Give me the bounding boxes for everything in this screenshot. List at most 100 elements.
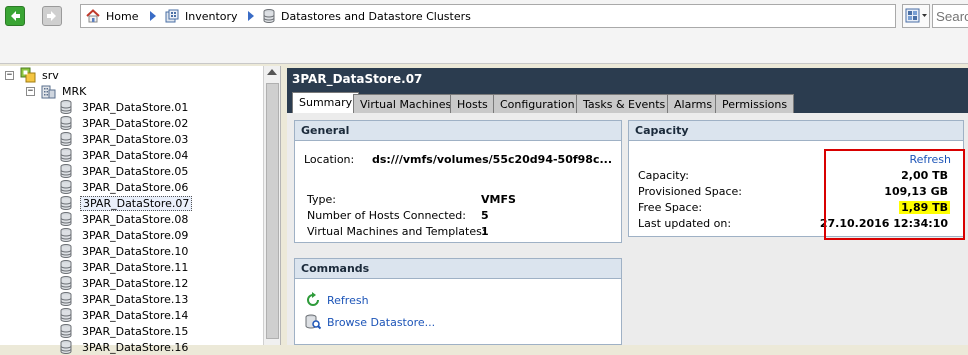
datastore-icon <box>60 196 72 210</box>
tree-datastore-label: 3PAR_DataStore.09 <box>82 228 189 242</box>
scrollbar-thumb[interactable] <box>266 83 279 339</box>
breadcrumb-home-label: Home <box>106 9 139 23</box>
tab-summary[interactable]: Summary <box>292 92 360 113</box>
vms-templates-value: 1 <box>481 225 489 238</box>
datastore-icon <box>60 228 72 242</box>
tab-tasks-events[interactable]: Tasks & Events <box>576 94 673 113</box>
browse-datastore-command[interactable]: Browse Datastore... <box>305 314 435 330</box>
tree-scrollbar[interactable] <box>263 66 280 345</box>
tree-datastore-label: 3PAR_DataStore.14 <box>82 308 189 322</box>
tree-datastore-label: 3PAR_DataStore.06 <box>82 180 189 194</box>
datastore-icon <box>60 292 72 306</box>
tree-datastore-label: 3PAR_DataStore.15 <box>82 324 189 338</box>
tree-item-datastore[interactable]: 3PAR_DataStore.13 <box>60 291 190 307</box>
datastore-icon <box>60 276 72 290</box>
inventory-icon <box>165 9 179 23</box>
breadcrumb-separator-icon <box>248 11 254 21</box>
home-icon <box>86 9 100 23</box>
type-value: VMFS <box>481 193 516 206</box>
refresh-command[interactable]: Refresh <box>305 292 369 308</box>
arrow-right-icon <box>47 11 56 21</box>
browse-datastore-label: Browse Datastore... <box>327 315 436 329</box>
datastore-icon <box>60 100 72 114</box>
location-label: Location: <box>304 153 355 166</box>
tab-alarms[interactable]: Alarms <box>667 94 720 113</box>
tree-datastore-label: 3PAR_DataStore.13 <box>82 292 189 306</box>
tree-item-datastore[interactable]: 3PAR_DataStore.14 <box>60 307 190 323</box>
search-input[interactable] <box>932 4 968 28</box>
tree-item-datastore[interactable]: 3PAR_DataStore.12 <box>60 275 190 291</box>
scroll-up-icon[interactable] <box>267 69 277 75</box>
tree-item-datacenter[interactable]: MRK <box>40 83 86 99</box>
tree-item-datastore[interactable]: 3PAR_DataStore.09 <box>60 227 190 243</box>
collapse-datacenter-toggle[interactable]: − <box>26 87 35 96</box>
datastore-icon <box>60 148 72 162</box>
tab-virtual-machines[interactable]: Virtual Machines <box>353 94 459 113</box>
tree-item-datastore[interactable]: 3PAR_DataStore.07 <box>60 195 193 211</box>
tree-item-datastore[interactable]: 3PAR_DataStore.15 <box>60 323 190 339</box>
tree-item-datastore[interactable]: 3PAR_DataStore.11 <box>60 259 190 275</box>
tree-item-root[interactable]: srv <box>20 67 59 83</box>
tree-datastore-label: 3PAR_DataStore.16 <box>82 340 189 354</box>
hosts-connected-value: 5 <box>481 209 489 222</box>
tree-datastore-label: 3PAR_DataStore.04 <box>82 148 189 162</box>
tab-strip: Summary Virtual Machines Hosts Configura… <box>287 91 968 113</box>
tab-permissions[interactable]: Permissions <box>715 94 795 113</box>
datastore-icon <box>60 244 72 258</box>
back-button[interactable] <box>5 6 25 26</box>
tree-item-datastore[interactable]: 3PAR_DataStore.01 <box>60 99 190 115</box>
general-panel-title: General <box>295 121 621 141</box>
tree-datastore-label: 3PAR_DataStore.03 <box>82 132 189 146</box>
general-panel: General Location: ds:///vmfs/volumes/55c… <box>294 120 622 243</box>
tree-datastore-label: 3PAR_DataStore.01 <box>82 100 189 114</box>
datastore-icon <box>263 9 275 23</box>
datastore-icon <box>60 260 72 274</box>
hosts-connected-label: Number of Hosts Connected: <box>307 209 466 222</box>
tree-datastore-label: 3PAR_DataStore.02 <box>82 116 189 130</box>
tree-item-datastore[interactable]: 3PAR_DataStore.05 <box>60 163 190 179</box>
tree-item-datastore[interactable]: 3PAR_DataStore.06 <box>60 179 190 195</box>
forward-button[interactable] <box>42 6 62 26</box>
datastore-icon <box>60 164 72 178</box>
commands-panel-title: Commands <box>295 259 621 279</box>
capacity-panel-title: Capacity <box>629 121 963 141</box>
tree-datastore-label: 3PAR_DataStore.07 <box>80 195 193 211</box>
collapse-root-toggle[interactable]: − <box>5 71 14 80</box>
breadcrumb: Home Inventory Datastores and Datastore … <box>80 4 896 28</box>
tree-item-datastore[interactable]: 3PAR_DataStore.02 <box>60 115 190 131</box>
datastore-icon <box>60 308 72 322</box>
tree-item-datastore[interactable]: 3PAR_DataStore.08 <box>60 211 190 227</box>
breadcrumb-inventory-label: Inventory <box>185 9 238 23</box>
tree-datastore-label: 3PAR_DataStore.12 <box>82 276 189 290</box>
breadcrumb-inventory[interactable]: Inventory <box>165 9 238 23</box>
tree-root-label: srv <box>42 68 59 82</box>
view-dropdown-button[interactable] <box>902 4 930 28</box>
refresh-icon <box>307 292 319 306</box>
tree-datastore-label: 3PAR_DataStore.08 <box>82 212 189 226</box>
breadcrumb-datastores[interactable]: Datastores and Datastore Clusters <box>263 9 471 23</box>
datastore-icon <box>60 324 72 338</box>
tab-configuration[interactable]: Configuration <box>493 94 582 113</box>
tree-item-datastore[interactable]: 3PAR_DataStore.16 <box>60 339 190 355</box>
highlight-annotation-box <box>824 149 965 240</box>
commands-panel: Commands Refresh Browse Datastore... <box>294 258 622 345</box>
tree-item-datastore[interactable]: 3PAR_DataStore.04 <box>60 147 190 163</box>
inventory-tree: − srv − MRK 3PAR_DataStore.01 3PAR_DataSt… <box>0 66 281 354</box>
vms-templates-label: Virtual Machines and Templates: <box>307 225 486 238</box>
last-updated-label: Last updated on: <box>638 217 732 230</box>
breadcrumb-datastores-label: Datastores and Datastore Clusters <box>281 9 471 23</box>
datastore-icon <box>60 212 72 226</box>
provisioned-space-label: Provisioned Space: <box>638 185 742 198</box>
datastore-icon <box>60 180 72 194</box>
object-title: 3PAR_DataStore.07 <box>287 68 968 91</box>
tree-item-datastore[interactable]: 3PAR_DataStore.10 <box>60 243 190 259</box>
tab-hosts[interactable]: Hosts <box>450 94 495 113</box>
capacity-label: Capacity: <box>638 169 689 182</box>
view-mode-icon <box>905 8 927 23</box>
tree-item-datastore[interactable]: 3PAR_DataStore.03 <box>60 131 190 147</box>
navigation-toolbar: Home Inventory Datastores and Datastore … <box>0 0 968 64</box>
breadcrumb-home[interactable]: Home <box>86 9 138 23</box>
arrow-left-icon <box>11 11 20 21</box>
type-label: Type: <box>307 193 336 206</box>
datastore-icon <box>60 116 72 130</box>
